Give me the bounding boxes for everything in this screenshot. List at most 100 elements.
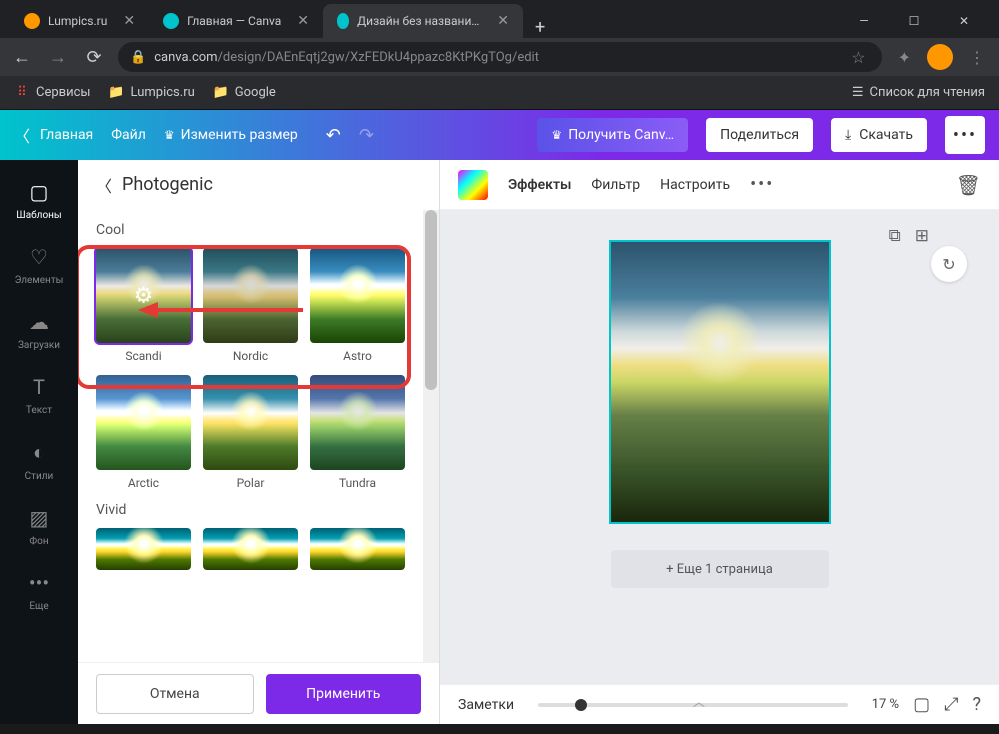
help-icon[interactable]: ? — [972, 694, 981, 715]
filter-vivid-1[interactable] — [96, 528, 191, 570]
filter-label: Astro — [343, 349, 372, 363]
cancel-button[interactable]: Отмена — [96, 674, 254, 714]
close-icon[interactable]: ✕ — [497, 13, 509, 29]
new-tab-button[interactable]: + — [523, 17, 557, 38]
undo-button[interactable]: ↶ — [326, 125, 341, 146]
filter-vivid-3[interactable] — [310, 528, 405, 570]
section-cool-title: Cool — [96, 222, 405, 238]
filter-arctic[interactable]: Arctic — [96, 375, 191, 490]
design-image[interactable] — [611, 242, 829, 522]
favicon — [163, 13, 179, 29]
notes-button[interactable]: Заметки — [458, 697, 514, 713]
grid-view-icon[interactable]: ▢ — [913, 694, 930, 715]
sidebar-label: Шаблоны — [16, 210, 61, 221]
sidebar-label: Элементы — [15, 275, 64, 286]
more-button[interactable]: ••• — [945, 116, 985, 154]
filter-vivid-2[interactable] — [203, 528, 298, 570]
home-button[interactable]: 〈Главная — [14, 123, 93, 147]
browser-menu-icon[interactable]: ⋮ — [965, 48, 989, 67]
reading-list-button[interactable]: ☰Список для чтения — [852, 85, 985, 100]
panel-scrollbar[interactable] — [423, 210, 439, 662]
canvas-background[interactable]: ⧉ ⊞ ↻ + Еще 1 страница — [440, 210, 999, 684]
bottom-bar: Заметки ︿ 17 % ▢ ⤢ ? — [440, 684, 999, 724]
tab-canva-design[interactable]: Дизайн без названия — 1481 ✕ — [323, 4, 523, 38]
sidebar-item-more[interactable]: •••Еще — [0, 559, 78, 624]
add-page-icon[interactable]: ⊞ — [915, 226, 929, 246]
filter-button[interactable]: Фильтр — [591, 177, 640, 193]
chevron-left-icon: 〈 — [14, 123, 30, 147]
get-pro-button[interactable]: ♛Получить Canv… — [537, 118, 688, 152]
filters-panel: 〈 Photogenic Cool ⚙ Scandi Nordic Astro — [78, 160, 440, 724]
forward-button[interactable]: → — [46, 47, 70, 68]
file-menu[interactable]: Файл — [111, 127, 146, 143]
close-icon[interactable]: ✕ — [123, 13, 135, 29]
bookmark-label: Google — [235, 85, 276, 100]
styles-icon: ◐ — [33, 440, 45, 465]
window-minimize[interactable]: — — [849, 14, 879, 28]
sidebar-label: Текст — [26, 405, 52, 416]
panel-title: Photogenic — [122, 174, 213, 195]
window-close[interactable]: ✕ — [949, 14, 979, 28]
profile-avatar[interactable] — [927, 44, 953, 70]
scrollbar-thumb[interactable] — [425, 210, 437, 390]
uploads-icon: ☁ — [29, 310, 49, 334]
address-bar[interactable]: 🔒 canva.com/design/DAEnEqtj2gw/XzFEDkU4p… — [118, 42, 882, 72]
filter-astro[interactable]: Astro — [310, 248, 405, 363]
rotate-button[interactable]: ↻ — [931, 246, 967, 282]
fullscreen-icon[interactable]: ⤢ — [944, 694, 958, 715]
panel-back-button[interactable]: 〈 — [96, 173, 112, 197]
design-page[interactable] — [611, 242, 829, 522]
filter-polar[interactable]: Polar — [203, 375, 298, 490]
bookmark-lumpics[interactable]: 📁Lumpics.ru — [109, 85, 195, 101]
canva-topbar: 〈Главная Файл ♛Изменить размер ↶ ↷ ♛Полу… — [0, 110, 999, 160]
sidebar-item-uploads[interactable]: ☁Загрузки — [0, 298, 78, 363]
window-maximize[interactable]: ☐ — [899, 14, 929, 28]
sidebar-item-elements[interactable]: ♡ Элементы — [0, 233, 78, 298]
zoom-value[interactable]: 17 % — [872, 697, 899, 712]
color-swatch[interactable] — [458, 170, 488, 200]
download-button[interactable]: ⤓Скачать — [831, 118, 927, 152]
sidebar-item-templates[interactable]: ▢ Шаблоны — [0, 168, 78, 233]
apply-button[interactable]: Применить — [266, 674, 422, 714]
reload-button[interactable]: ⟳ — [82, 47, 106, 68]
duplicate-page-icon[interactable]: ⧉ — [889, 226, 901, 246]
sidebar-item-text[interactable]: T Текст — [0, 363, 78, 428]
tab-title: Главная — Canva — [187, 14, 281, 28]
pro-label: Получить Canv… — [568, 127, 674, 143]
sidebar-item-background[interactable]: ▨Фон — [0, 494, 78, 559]
bookmark-label: Сервисы — [36, 85, 91, 100]
bookmark-services[interactable]: ⠿Сервисы — [14, 85, 91, 101]
url-text: canva.com/design/DAEnEqtj2gw/XzFEDkU4ppa… — [154, 50, 839, 65]
bookmark-google[interactable]: 📁 Google — [213, 85, 276, 101]
templates-icon: ▢ — [30, 180, 49, 204]
adjust-button[interactable]: Настроить — [660, 177, 730, 193]
bookmarks-bar: ⠿Сервисы 📁Lumpics.ru 📁 Google ☰Список для… — [0, 76, 999, 110]
delete-button[interactable]: 🗑 — [956, 173, 981, 197]
effects-button[interactable]: Эффекты — [508, 177, 571, 193]
resize-label: Изменить размер — [181, 127, 298, 143]
back-button[interactable]: ← — [10, 47, 34, 68]
list-icon: ☰ — [852, 85, 864, 100]
annotation-arrow — [138, 300, 308, 320]
collapse-icon[interactable]: ︿ — [693, 693, 705, 710]
tab-lumpics[interactable]: Lumpics.ru ✕ — [10, 4, 149, 38]
share-button[interactable]: Поделиться — [706, 118, 813, 152]
resize-button[interactable]: ♛Изменить размер — [164, 127, 298, 143]
lock-icon: 🔒 — [130, 50, 146, 65]
panel-body[interactable]: Cool ⚙ Scandi Nordic Astro Arctic — [78, 210, 423, 662]
tab-title: Lumpics.ru — [48, 14, 107, 28]
add-page-button[interactable]: + Еще 1 страница — [611, 550, 829, 588]
tab-canva-home[interactable]: Главная — Canva ✕ — [149, 4, 323, 38]
text-icon: T — [33, 375, 45, 399]
filter-label: Tundra — [339, 476, 376, 490]
extensions-icon[interactable]: ✦ — [894, 48, 915, 67]
folder-icon: 📁 — [213, 85, 229, 101]
context-more-button[interactable]: ••• — [750, 174, 774, 195]
filter-tundra[interactable]: Tundra — [310, 375, 405, 490]
close-icon[interactable]: ✕ — [297, 13, 309, 29]
star-icon[interactable]: ☆ — [847, 48, 869, 67]
elements-icon: ♡ — [30, 245, 48, 269]
zoom-slider-thumb[interactable] — [575, 699, 587, 711]
sidebar-item-styles[interactable]: ◐Стили — [0, 428, 78, 494]
zoom-slider[interactable]: ︿ — [538, 703, 848, 707]
